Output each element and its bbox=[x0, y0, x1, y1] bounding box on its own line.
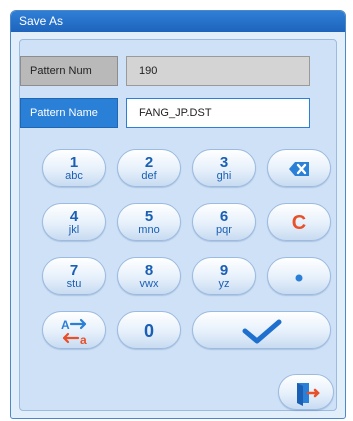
clear-label: C bbox=[291, 212, 307, 234]
svg-text:A: A bbox=[61, 318, 70, 332]
key-9-number: 9 bbox=[219, 262, 229, 279]
exit-door-icon bbox=[297, 383, 320, 406]
clear-button[interactable]: C bbox=[267, 203, 331, 241]
key-1-button[interactable]: 1 abc bbox=[42, 149, 106, 187]
key-2-number: 2 bbox=[144, 154, 154, 171]
confirm-button[interactable] bbox=[192, 311, 331, 349]
key-4-number: 4 bbox=[69, 208, 79, 225]
pattern-name-row: Pattern Name FANG_JP.DST bbox=[20, 98, 320, 128]
dot-icon bbox=[295, 274, 303, 282]
key-3-number: 3 bbox=[219, 154, 229, 171]
pattern-name-label: Pattern Name bbox=[20, 98, 118, 128]
key-4-button[interactable]: 4 jkl bbox=[42, 203, 106, 241]
key-8-button[interactable]: 8 vwx bbox=[117, 257, 181, 295]
key-9-letters: yz bbox=[218, 278, 230, 290]
key-2-button[interactable]: 2 def bbox=[117, 149, 181, 187]
key-6-button[interactable]: 6 pqr bbox=[192, 203, 256, 241]
dot-button[interactable] bbox=[267, 257, 331, 295]
key-4-letters: jkl bbox=[68, 224, 80, 236]
pattern-name-field[interactable]: FANG_JP.DST bbox=[126, 98, 310, 128]
key-7-letters: stu bbox=[66, 278, 82, 290]
pattern-num-label: Pattern Num bbox=[20, 56, 118, 86]
key-0-number: 0 bbox=[143, 321, 154, 341]
case-toggle-button[interactable]: A a bbox=[42, 311, 106, 349]
pattern-num-field[interactable]: 190 bbox=[126, 56, 310, 86]
checkmark-icon bbox=[242, 319, 281, 344]
key-2-letters: def bbox=[141, 170, 157, 182]
key-3-button[interactable]: 3 ghi bbox=[192, 149, 256, 187]
key-8-number: 8 bbox=[144, 262, 154, 279]
key-7-button[interactable]: 7 stu bbox=[42, 257, 106, 295]
key-5-button[interactable]: 5 mno bbox=[117, 203, 181, 241]
key-8-letters: vwx bbox=[139, 278, 159, 290]
case-toggle-icon: A a bbox=[61, 318, 87, 347]
exit-button[interactable] bbox=[278, 374, 334, 410]
key-1-number: 1 bbox=[69, 154, 79, 171]
svg-text:a: a bbox=[80, 333, 87, 347]
key-5-number: 5 bbox=[144, 208, 154, 225]
key-0-button[interactable]: 0 bbox=[117, 311, 181, 349]
key-1-letters: abc bbox=[65, 170, 83, 182]
dialog-title: Save As bbox=[11, 11, 345, 32]
key-7-number: 7 bbox=[69, 262, 79, 279]
key-5-letters: mno bbox=[138, 224, 160, 236]
key-6-number: 6 bbox=[219, 208, 229, 225]
key-6-letters: pqr bbox=[216, 224, 232, 236]
key-3-letters: ghi bbox=[216, 170, 232, 182]
key-9-button[interactable]: 9 yz bbox=[192, 257, 256, 295]
backspace-icon bbox=[289, 162, 309, 176]
pattern-num-row: Pattern Num 190 bbox=[20, 56, 320, 86]
backspace-button[interactable] bbox=[267, 149, 331, 187]
